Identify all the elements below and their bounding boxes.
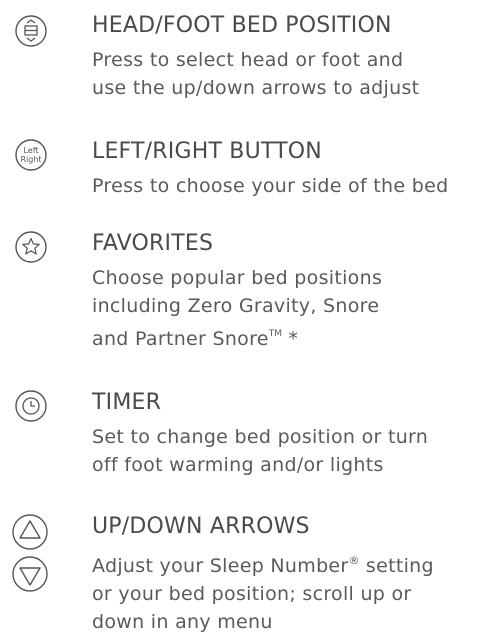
clock-icon: [14, 389, 54, 429]
up-arrow-icon: [10, 512, 50, 552]
left-right-icon: Left Right: [14, 138, 54, 178]
section-description: Adjust your Sleep Number® setting or you…: [92, 554, 434, 633]
svg-text:Left: Left: [23, 146, 38, 155]
section-description: Set to change bed position or turn off f…: [92, 426, 429, 476]
section-title: FAVORITES: [92, 231, 214, 256]
section-title: UP/DOWN ARROWS: [92, 514, 310, 539]
head-foot-toggle-icon: [14, 14, 54, 54]
svg-text:Right: Right: [20, 155, 41, 164]
section-description: Press to choose your side of the bed: [92, 175, 449, 197]
section-title: LEFT/RIGHT BUTTON: [92, 139, 322, 164]
star-icon: [14, 230, 54, 270]
section-title: TIMER: [92, 390, 162, 415]
down-arrow-icon: [10, 554, 50, 594]
section-description: Choose popular bed positions including Z…: [92, 267, 383, 350]
section-description: Press to select head or foot and use the…: [92, 49, 420, 99]
section-title: HEAD/FOOT BED POSITION: [92, 13, 392, 38]
